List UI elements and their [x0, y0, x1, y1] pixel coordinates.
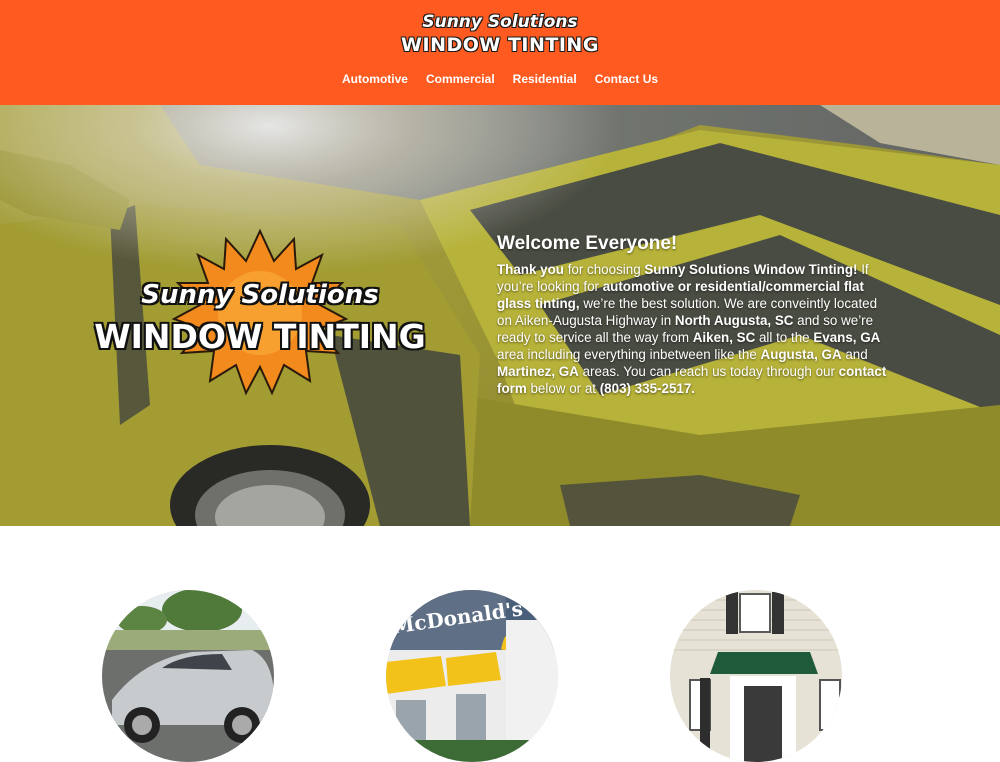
welcome-heading: Welcome Everyone!	[497, 233, 678, 254]
nav-item-contact-us[interactable]: Contact Us	[595, 72, 658, 86]
header-logo-line1[interactable]: Sunny Solutions	[0, 12, 1000, 32]
nav-item-automotive[interactable]: Automotive	[342, 72, 408, 86]
text-bold: Martinez, GA	[497, 364, 579, 379]
feature-commercial-image[interactable]: McDonald's	[386, 590, 558, 762]
welcome-paragraph: Thank you for choosing Sunny Solutions W…	[497, 261, 887, 397]
text: areas. You can reach us today through ou…	[578, 364, 839, 379]
feature-residential-image[interactable]	[670, 590, 842, 762]
nav-item-residential[interactable]: Residential	[513, 72, 577, 86]
hero-logo-line2: WINDOW TINTING	[94, 317, 426, 356]
nav-item-commercial[interactable]: Commercial	[426, 72, 495, 86]
phone-number[interactable]: (803) 335-2517	[600, 381, 692, 396]
site-header: Sunny Solutions WINDOW TINTING Automotiv…	[0, 0, 1000, 105]
text: and	[841, 347, 868, 362]
hero-section: Sunny Solutions WINDOW TINTING Welcome E…	[0, 105, 1000, 526]
text: .	[691, 381, 696, 396]
text-bold: Evans, GA	[813, 330, 881, 345]
text: area including everything inbetween like…	[497, 347, 761, 362]
silver-car-photo	[102, 590, 274, 762]
text-bold: Sunny Solutions Window Tinting!	[644, 262, 858, 277]
hero-logo-line1: Sunny Solutions	[141, 280, 379, 310]
text: below or at	[526, 381, 600, 396]
text-bold: North Augusta, SC	[674, 313, 794, 328]
text-bold: Aiken, SC	[692, 330, 756, 345]
text-bold: Augusta, GA	[760, 347, 842, 362]
mcdonalds-building-photo: McDonald's	[386, 590, 558, 762]
main-nav: Automotive Commercial Residential Contac…	[0, 72, 1000, 86]
hero-logo: Sunny Solutions WINDOW TINTING	[80, 225, 440, 405]
text: for choosing	[563, 262, 645, 277]
sun-icon	[171, 228, 349, 396]
feature-automotive-image[interactable]	[102, 590, 274, 762]
house-entrance-photo	[670, 590, 842, 762]
welcome-block: Welcome Everyone! Thank you for choosing…	[497, 233, 887, 397]
text-bold: Thank you	[497, 262, 564, 277]
header-logo-line2[interactable]: WINDOW TINTING	[0, 34, 1000, 56]
text: all to the	[755, 330, 814, 345]
